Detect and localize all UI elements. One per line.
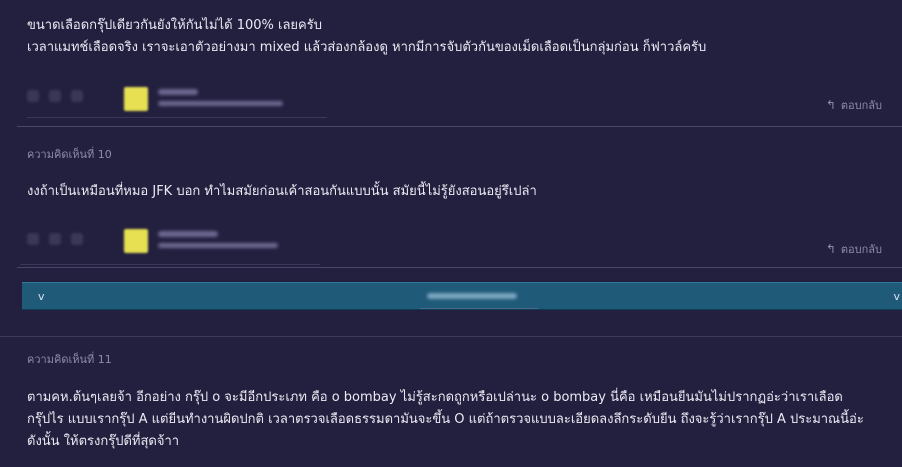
more-icon[interactable] (71, 233, 83, 245)
reply-label: ตอบกลับ (840, 243, 882, 256)
chevron-down-icon[interactable]: v (893, 290, 900, 303)
emotion-icon[interactable] (49, 233, 61, 245)
avatar[interactable] (124, 229, 148, 253)
comment-11-text-line-1: ตามคห.ต้นๆเลยจ้า อีกอย่าง กรุ๊ป o จะมีอี… (27, 390, 843, 405)
username-blurred[interactable] (158, 89, 198, 95)
username-blurred[interactable] (158, 231, 218, 237)
comment-divider (17, 267, 902, 268)
comment-9-text-line-2: เวลาแมทช์เลือดจริง เราจะเอาตัวอย่างมา mi… (27, 40, 707, 55)
timestamp-blurred (158, 243, 278, 248)
collapsed-replies-bar[interactable]: v v (22, 282, 902, 310)
reply-icon: ↰ (825, 98, 836, 112)
comment-11-label: ความคิดเห็นที่ 11 (27, 353, 112, 366)
chevron-down-icon[interactable]: v (38, 290, 45, 303)
comment-10-text: งงถ้าเป็นเหมือนที่หมอ JFK บอก ทำไมสมัยก่… (27, 184, 537, 199)
reply-icon: ↰ (825, 242, 836, 256)
comment-10-emotion-bar[interactable] (27, 233, 83, 245)
divider-blurred (20, 264, 320, 265)
timestamp-blurred (158, 101, 283, 106)
more-icon[interactable] (71, 90, 83, 102)
vote-icon[interactable] (27, 233, 39, 245)
reply-label: ตอบกลับ (840, 99, 882, 112)
comment-divider (0, 336, 902, 337)
reply-button[interactable]: ↰ ตอบกลับ (826, 96, 882, 114)
reply-button[interactable]: ↰ ตอบกลับ (826, 240, 882, 258)
comment-11-text-line-3: ดังนั้น ให้ตรงกรุ๊ปดีที่สุดจ้าา (27, 434, 180, 449)
divider-blurred (27, 117, 327, 118)
comment-9-emotion-bar[interactable] (27, 90, 83, 102)
comment-divider (17, 126, 902, 127)
bar-label-blurred (427, 293, 517, 299)
divider-blurred (420, 308, 538, 309)
comment-9-text-line-1: ขนาดเลือดกรุ๊ปเดียวกันยังให้กันไม่ได้ 10… (27, 18, 322, 33)
avatar[interactable] (124, 87, 148, 111)
comment-11-text-line-2: กรุ๊ปไร แบบเรากรุ๊ป A แต่ยีนทำงานผิดปกติ… (27, 412, 864, 427)
emotion-icon[interactable] (49, 90, 61, 102)
vote-icon[interactable] (27, 90, 39, 102)
comment-10-label: ความคิดเห็นที่ 10 (27, 148, 112, 161)
